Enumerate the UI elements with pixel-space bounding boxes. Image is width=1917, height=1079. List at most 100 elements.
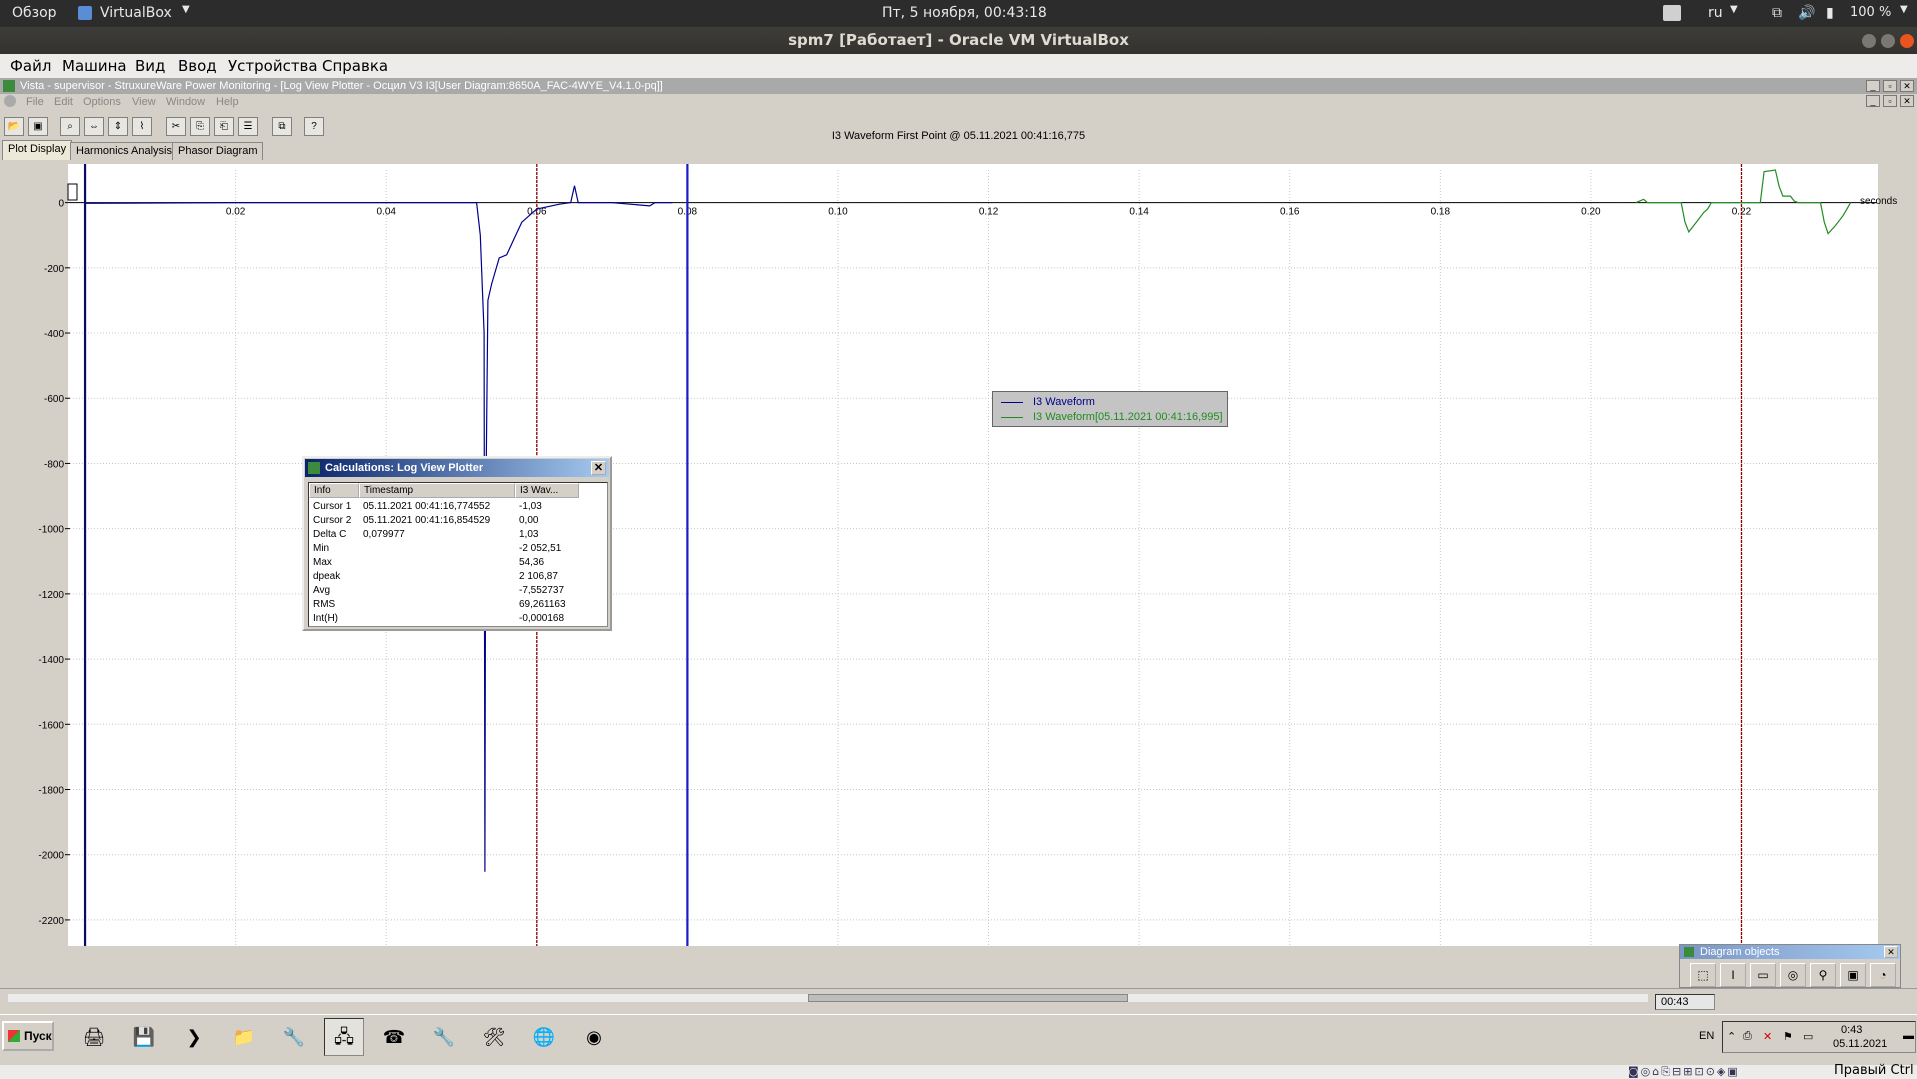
calc-info-cell: Int(H): [313, 613, 338, 624]
select-tool-icon[interactable]: ⬚: [1690, 963, 1716, 987]
chevron-up-icon[interactable]: ⌃: [1727, 1030, 1736, 1043]
text-tool-icon[interactable]: I: [1720, 963, 1746, 987]
app-menu-window[interactable]: Window: [166, 96, 205, 108]
monitor-icon[interactable]: ▣: [1840, 963, 1866, 987]
phone-icon[interactable]: ☎: [374, 1018, 414, 1056]
clock[interactable]: Пт, 5 ноября, 00:43:18: [882, 5, 1047, 21]
display-tool-icon[interactable]: ▭: [1750, 963, 1776, 987]
calc-value-cell: -2 052,51: [519, 543, 562, 554]
calc-info-cell: RMS: [313, 599, 336, 610]
calc-value-cell: -7,552737: [519, 585, 565, 596]
app-menu-view[interactable]: View: [132, 96, 156, 108]
ring-icon[interactable]: ◉: [574, 1018, 614, 1056]
minimize-icon[interactable]: _: [1866, 95, 1880, 107]
powershell-icon[interactable]: ❯: [174, 1018, 214, 1056]
restore-icon[interactable]: ▫: [1883, 80, 1897, 92]
calc-value-cell: 2 106,87: [519, 571, 558, 582]
scrollbar-thumb[interactable]: [808, 994, 1128, 1002]
dialog-titlebar[interactable]: Calculations: Log View Plotter ✕: [305, 459, 609, 477]
legend-swatch: [1001, 402, 1023, 403]
activities-button[interactable]: Обзор: [12, 5, 57, 21]
legend-swatch: [1001, 417, 1023, 418]
system-menu-icon[interactable]: [4, 95, 16, 107]
x-tick-label: 0.18: [1431, 207, 1451, 218]
calc-timestamp-cell: 05.11.2021 00:41:16,774552: [363, 501, 491, 512]
volume-muted-icon[interactable]: ✕: [1763, 1030, 1772, 1043]
app-menu-button[interactable]: VirtualBox: [100, 5, 172, 21]
close-icon[interactable]: ✕: [1884, 946, 1898, 958]
col-header-info[interactable]: Info: [309, 483, 359, 498]
y-tick-label: -1800: [38, 785, 64, 796]
menu-view[interactable]: Вид: [135, 57, 165, 75]
menu-file[interactable]: Файл: [10, 57, 51, 75]
x-tick-label: 0.12: [979, 207, 999, 218]
volume-icon[interactable]: 🔊: [1798, 5, 1815, 21]
virtualbox-icon: [78, 6, 92, 20]
app-menu-file[interactable]: File: [26, 96, 44, 108]
show-desktop-icon[interactable]: ▬: [1903, 1030, 1914, 1042]
network-diagram-icon[interactable]: 🖧: [324, 1018, 364, 1056]
maximize-icon[interactable]: [1881, 34, 1895, 48]
calculations-dialog[interactable]: Calculations: Log View Plotter ✕ Info Ti…: [302, 456, 612, 631]
waveform-plot[interactable]: 0 -200 -400 -600 -800 -1000 -1200 -1400 -1600 -18…: [0, 158, 1917, 964]
globe-icon[interactable]: 🌐: [524, 1018, 564, 1056]
y-tick-label: 0: [58, 199, 64, 210]
y-tick-label: -1000: [38, 525, 64, 536]
vbox-window-titlebar: spm7 [Работает] - Oracle VM VirtualBox: [0, 27, 1917, 54]
horizontal-scrollbar[interactable]: [8, 994, 1648, 1002]
menu-help[interactable]: Справка: [322, 57, 388, 75]
menu-input[interactable]: Ввод: [178, 57, 217, 75]
start-label: Пуск: [24, 1029, 52, 1043]
display-tray-icon[interactable]: ▭: [1803, 1030, 1813, 1043]
flag-icon[interactable]: ⚑: [1783, 1030, 1793, 1043]
col-header-i3[interactable]: I3 Wav...: [515, 483, 579, 498]
diagram-objects-palette[interactable]: Diagram objects ✕ ⬚ I ▭ ◎ ⚲ ▣ ◔: [1679, 944, 1901, 988]
chevron-down-icon[interactable]: ▼: [1900, 4, 1908, 15]
keyboard-layout[interactable]: ru: [1708, 5, 1723, 21]
calc-table: Info Timestamp I3 Wav... Cursor 1 05.11.2…: [308, 482, 608, 627]
battery-icon[interactable]: ▮: [1826, 5, 1834, 21]
wrench-icon[interactable]: 🔧: [424, 1018, 464, 1056]
close-icon[interactable]: ✕: [1900, 95, 1914, 107]
input-language[interactable]: EN: [1699, 1030, 1714, 1042]
restore-icon[interactable]: ▫: [1883, 95, 1897, 107]
network-tray-icon[interactable]: ⎙: [1743, 1030, 1752, 1043]
tab-plot-display[interactable]: Plot Display: [2, 140, 73, 160]
start-button[interactable]: Пуск: [2, 1021, 54, 1051]
palette-titlebar[interactable]: Diagram objects ✕: [1680, 945, 1900, 959]
floppy-icon[interactable]: 💾: [124, 1018, 164, 1056]
plot-header: I3 Waveform First Point @ 05.11.2021 00:…: [831, 130, 1086, 142]
menu-devices[interactable]: Устройства: [228, 57, 318, 75]
disabled-tool-icon[interactable]: ◎: [1780, 963, 1806, 987]
status-time: 00:43: [1655, 994, 1715, 1010]
network-icon[interactable]: ⧉: [1772, 5, 1782, 21]
x-tick-label: 0.16: [1280, 207, 1300, 218]
y-tick-label: -1600: [38, 720, 64, 731]
close-icon[interactable]: ✕: [1900, 80, 1914, 92]
close-icon[interactable]: ✕: [591, 461, 606, 475]
legend-label: I3 Waveform: [1033, 396, 1095, 408]
vbox-device-icons[interactable]: ◙◎⌂⎘⊟⊞⊡⊙◈▣: [1628, 1065, 1740, 1079]
app-menu-help[interactable]: Help: [216, 96, 239, 108]
calc-value-cell: -1,03: [519, 501, 542, 512]
col-header-timestamp[interactable]: Timestamp: [359, 483, 515, 498]
minimize-icon[interactable]: _: [1866, 80, 1880, 92]
tools-icon[interactable]: 🛠: [474, 1018, 514, 1056]
minimize-icon[interactable]: [1862, 34, 1876, 48]
tray-date[interactable]: 05.11.2021: [1833, 1038, 1887, 1050]
tray-time[interactable]: 0:43: [1841, 1024, 1862, 1036]
binoculars-icon[interactable]: ⚲: [1810, 963, 1836, 987]
printer-icon[interactable]: 🖨: [74, 1018, 114, 1056]
wrench-icon[interactable]: 🔧: [274, 1018, 314, 1056]
close-icon[interactable]: [1900, 34, 1914, 48]
calc-value-cell: 1,03: [519, 529, 539, 540]
menu-machine[interactable]: Машина: [62, 57, 127, 75]
app-menu-edit[interactable]: Edit: [54, 96, 73, 108]
folder-icon[interactable]: 📁: [224, 1018, 264, 1056]
vbox-tray-icon[interactable]: [1663, 5, 1681, 21]
guest-taskbar: Пуск 🖨 💾 ❯ 📁 🔧 🖧 ☎ 🔧 🛠 🌐 ◉ EN ⌃ ⎙ ✕ ⚑ ▭ …: [0, 1014, 1917, 1057]
app-menu-options[interactable]: Options: [83, 96, 121, 108]
gauge-icon[interactable]: ◔: [1870, 963, 1896, 987]
host-top-panel: Обзор VirtualBox ▼ Пт, 5 ноября, 00:43:1…: [0, 0, 1917, 27]
y-tick-label: -2200: [38, 916, 64, 927]
